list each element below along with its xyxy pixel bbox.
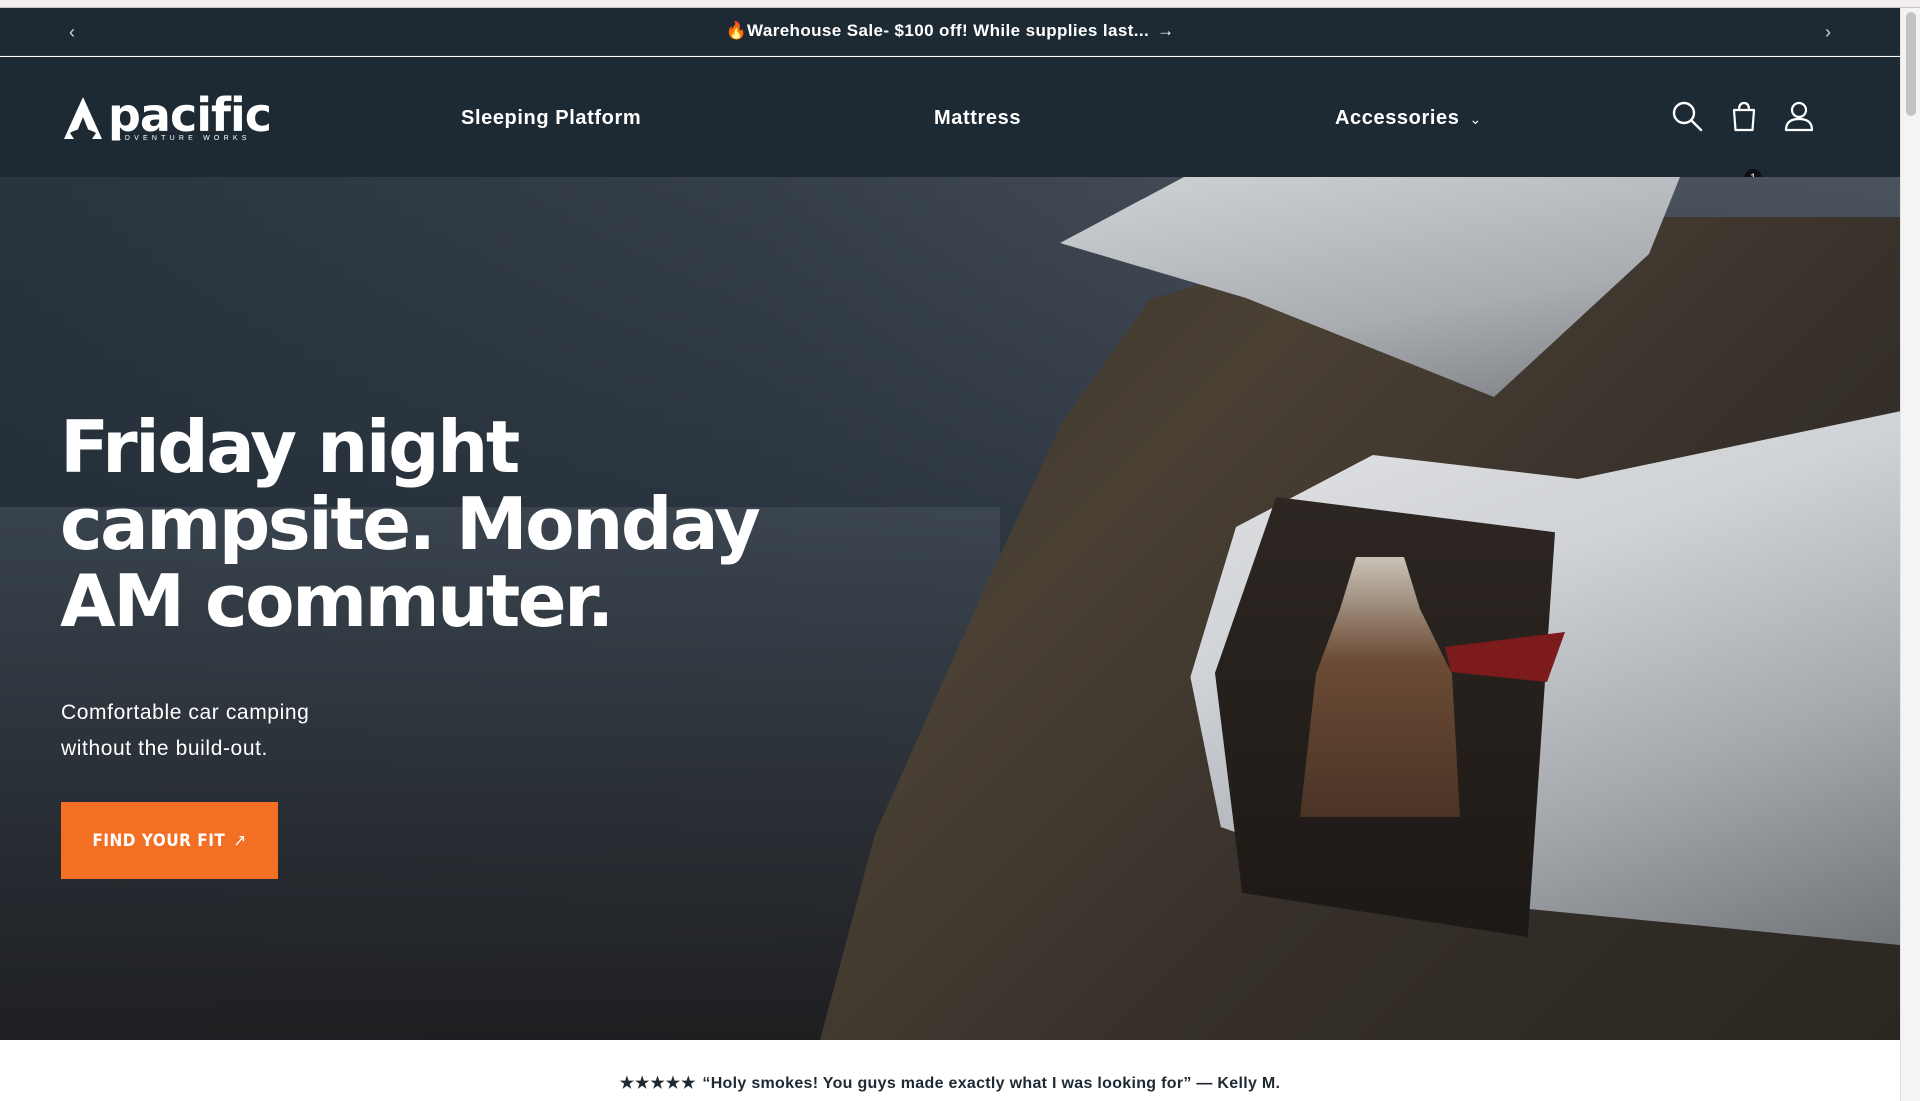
announcement-text: 🔥Warehouse Sale- $100 off! While supplie… [725, 21, 1150, 40]
cta-label: FIND YOUR FIT [92, 830, 226, 851]
browser-top-edge [0, 0, 1920, 8]
hero-subtitle: Comfortable car camping without the buil… [61, 701, 310, 760]
nav-accessories[interactable]: Accessories ⌄ [1335, 107, 1482, 130]
nav-mattress[interactable]: Mattress [934, 107, 1021, 130]
find-your-fit-button[interactable]: FIND YOUR FIT ↗ [61, 802, 278, 879]
chevron-down-icon: ⌄ [1469, 111, 1482, 127]
hero-heading: Friday night campsite. Monday AM commute… [60, 405, 761, 643]
logo-mark-icon [64, 97, 102, 139]
announcement-link[interactable]: 🔥Warehouse Sale- $100 off! While supplie… [0, 21, 1900, 41]
logo-brand: pacific [108, 88, 272, 142]
scrollbar-thumb[interactable] [1906, 12, 1916, 116]
arrow-up-right-icon: ↗ [233, 830, 247, 851]
nav-accessories-label: Accessories [1335, 107, 1460, 129]
cart-icon[interactable] [1727, 99, 1761, 133]
arrow-right-icon: → [1157, 21, 1175, 40]
site-header: pacific ADVENTURE WORKS Sleeping Platfor… [0, 57, 1900, 187]
chevron-right-icon[interactable]: › [1816, 20, 1840, 44]
logo[interactable]: pacific ADVENTURE WORKS [62, 91, 282, 147]
search-icon[interactable] [1670, 99, 1704, 133]
account-icon[interactable] [1782, 99, 1816, 133]
nav-sleeping-platform[interactable]: Sleeping Platform [461, 107, 641, 130]
logo-tagline: ADVENTURE WORKS [116, 135, 251, 142]
testimonial-bar: ★★★★★ “Holy smokes! You guys made exactly… [0, 1040, 1900, 1101]
announcement-bar: ‹ 🔥Warehouse Sale- $100 off! While suppl… [0, 8, 1900, 56]
testimonial-quote: “Holy smokes! You guys made exactly what… [702, 1075, 1281, 1092]
page-scrollbar[interactable] [1900, 8, 1920, 1101]
hero-banner: Friday night campsite. Monday AM commute… [0, 177, 1900, 1040]
rating-stars-icon: ★★★★★ [619, 1075, 697, 1092]
